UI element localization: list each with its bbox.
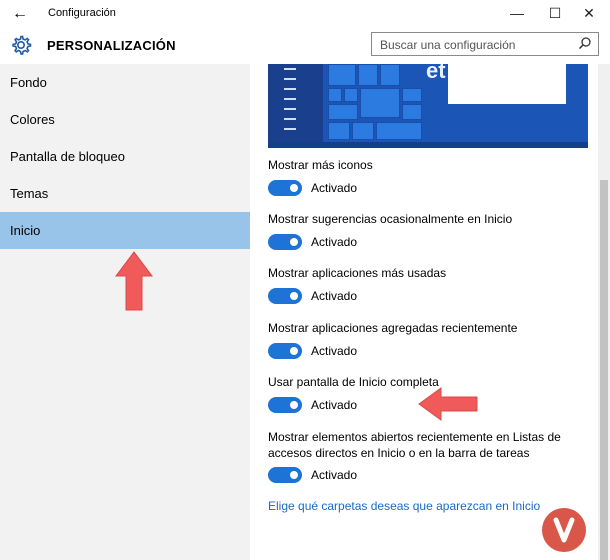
toggle-state-text: Activado bbox=[311, 398, 358, 412]
preview-tile bbox=[402, 104, 422, 120]
toggle-knob bbox=[290, 401, 298, 409]
page-title: PERSONALIZACIÓN bbox=[47, 38, 176, 53]
choose-folders-link[interactable]: Elige qué carpetas deseas que aparezcan … bbox=[268, 499, 540, 513]
preview-tile bbox=[358, 64, 378, 86]
preview-line bbox=[284, 88, 296, 90]
sidebar-item-fondo[interactable]: Fondo bbox=[0, 64, 250, 101]
preview-tile bbox=[328, 122, 350, 140]
toggle-knob bbox=[290, 347, 298, 355]
annotation-arrow-left-icon bbox=[417, 386, 479, 427]
preview-tile bbox=[344, 88, 358, 102]
sidebar-item-colores[interactable]: Colores bbox=[0, 101, 250, 138]
preview-line bbox=[284, 78, 296, 80]
setting-label-mas-iconos: Mostrar más iconos bbox=[268, 158, 373, 172]
toggle-state-text: Activado bbox=[311, 181, 358, 195]
preview-line bbox=[284, 128, 296, 130]
preview-line bbox=[284, 108, 296, 110]
toggle-knob bbox=[290, 471, 298, 479]
setting-label-inicio-completa: Usar pantalla de Inicio completa bbox=[268, 375, 439, 389]
toggle-state-text: Activado bbox=[311, 468, 358, 482]
toggle-knob bbox=[290, 238, 298, 246]
setting-label-elementos-recientes-line1: Mostrar elementos abiertos recientemente… bbox=[268, 430, 561, 444]
preview-tile bbox=[360, 88, 400, 118]
preview-tile bbox=[352, 122, 374, 140]
setting-label-mas-usadas: Mostrar aplicaciones más usadas bbox=[268, 266, 447, 280]
gear-icon bbox=[10, 34, 32, 56]
back-arrow-icon[interactable]: ← bbox=[8, 3, 32, 25]
preview-tile bbox=[328, 88, 342, 102]
toggle-knob bbox=[290, 292, 298, 300]
setting-label-elementos-recientes-line2: accesos directos en Inicio o en la barra… bbox=[268, 446, 530, 460]
preview-text: et bbox=[426, 64, 446, 83]
preview-bottom-bar bbox=[268, 142, 588, 148]
preview-tile bbox=[380, 64, 400, 86]
toggle-mas-usadas[interactable] bbox=[268, 288, 302, 304]
search-placeholder: Buscar una configuración bbox=[380, 38, 516, 52]
watermark-logo-icon bbox=[542, 508, 586, 552]
toggle-state-text: Activado bbox=[311, 235, 358, 249]
preview-tile bbox=[376, 122, 422, 140]
start-preview-image: et bbox=[268, 64, 588, 148]
toggle-agregadas-recientemente[interactable] bbox=[268, 343, 302, 359]
setting-label-sugerencias: Mostrar sugerencias ocasionalmente en In… bbox=[268, 212, 513, 226]
search-icon[interactable] bbox=[578, 36, 592, 50]
toggle-sugerencias[interactable] bbox=[268, 234, 302, 250]
close-icon[interactable]: ✕ bbox=[566, 2, 610, 26]
toggle-state-text: Activado bbox=[311, 344, 358, 358]
preview-line bbox=[284, 118, 296, 120]
toggle-mas-iconos[interactable] bbox=[268, 180, 302, 196]
preview-left-panel bbox=[268, 64, 323, 148]
sidebar-item-inicio[interactable]: Inicio bbox=[0, 212, 250, 249]
title-bar: ← Configuración — ☐ ✕ bbox=[0, 0, 610, 28]
preview-white-tile bbox=[448, 64, 566, 104]
preview-tile bbox=[328, 64, 356, 86]
window-title: Configuración bbox=[48, 7, 116, 19]
annotation-arrow-up-icon bbox=[114, 250, 154, 317]
preview-line bbox=[284, 68, 296, 70]
sidebar-item-temas[interactable]: Temas bbox=[0, 175, 250, 212]
toggle-elementos-recientes[interactable] bbox=[268, 467, 302, 483]
scrollbar-thumb[interactable] bbox=[600, 180, 608, 560]
toggle-inicio-completa[interactable] bbox=[268, 397, 302, 413]
preview-tile bbox=[402, 88, 422, 102]
toggle-knob bbox=[290, 184, 298, 192]
sidebar-item-pantalla-de-bloqueo[interactable]: Pantalla de bloqueo bbox=[0, 138, 250, 175]
toggle-state-text: Activado bbox=[311, 289, 358, 303]
setting-label-agregadas-recientemente: Mostrar aplicaciones agregadas recientem… bbox=[268, 321, 518, 335]
preview-line bbox=[284, 98, 296, 100]
search-input[interactable]: Buscar una configuración bbox=[371, 32, 599, 56]
preview-tile bbox=[328, 104, 358, 120]
